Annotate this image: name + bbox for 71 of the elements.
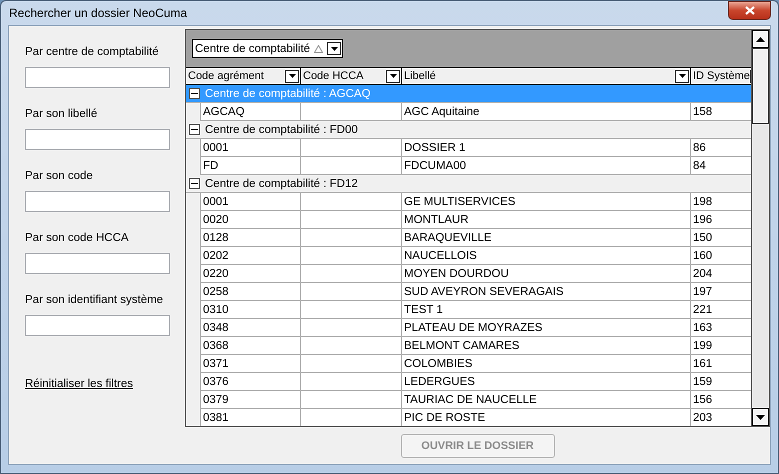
dropdown-arrow-icon [678,74,686,78]
minus-icon [191,90,198,97]
filter-dropdown-button[interactable] [675,70,689,82]
table-cell: BELMONT CAMARES [402,337,691,355]
dropdown-button[interactable] [327,42,342,55]
table-cell: PIC DE ROSTE [402,409,691,426]
filter-label: Par son code HCCA [25,232,130,246]
table-cell: LEDERGUES [402,373,691,391]
filter-field[interactable] [25,191,170,212]
table-cell: 0381 [201,409,301,426]
table-cell: 0310 [201,301,301,319]
group-by-chip[interactable]: Centre de comptabilité [192,39,344,58]
reset-filters-link[interactable]: Réinitialiser les filtres [25,378,185,390]
filter-label: Par centre de comptabilité [25,46,160,60]
dropdown-arrow-icon [288,74,296,78]
scrollbar-thumb[interactable] [752,48,769,124]
filter-dropdown-button[interactable] [285,70,299,82]
table-cell: 0202 [201,247,301,265]
minus-icon [191,126,198,133]
row-indicator[interactable] [186,409,201,426]
table-cell: SUD AVEYRON SEVERAGAIS [402,283,691,301]
up-arrow-icon [756,36,765,42]
filter-field[interactable] [25,253,170,274]
dropdown-arrow-icon [390,74,396,78]
table-cell: 0001 [201,139,301,157]
sort-ascending-icon [314,44,324,52]
table-cell: NAUCELLOIS [402,247,691,265]
down-arrow-icon [756,414,765,420]
column-header[interactable]: Libellé [402,68,691,84]
table-cell: 0379 [201,391,301,409]
group-row[interactable]: Centre de comptabilité : FD12 [186,175,751,193]
column-header[interactable]: Code HCCA [301,68,402,84]
close-button[interactable] [728,0,771,20]
scroll-up-button[interactable] [752,30,769,48]
table-cell: 0001 [201,193,301,211]
group-row[interactable]: Centre de comptabilité : FD00 [186,121,751,139]
column-header[interactable]: Code agrément [186,68,301,84]
dropdown-arrow-icon [330,46,338,50]
table-cell: PLATEAU DE MOYRAZES [402,319,691,337]
filter-dropdown-button[interactable] [386,70,400,82]
collapse-toggle[interactable] [189,88,200,99]
filter-field[interactable] [25,129,170,150]
collapse-toggle[interactable] [189,178,200,189]
table-cell: MONTLAUR [402,211,691,229]
table-cell: TEST 1 [402,301,691,319]
collapse-toggle[interactable] [189,124,200,135]
table-cell: 0376 [201,373,301,391]
filter-label: Par son identifiant système [25,294,164,308]
table-cell: GE MULTISERVICES [402,193,691,211]
table-cell: COLOMBIES [402,355,691,373]
table-cell: 0371 [201,355,301,373]
window-title: Rechercher un dossier NeoCuma [8,6,188,20]
table-cell: DOSSIER 1 [402,139,691,157]
table-cell: TAURIAC DE NAUCELLE [402,391,691,409]
filter-field[interactable] [25,67,170,88]
table-cell: 0020 [201,211,301,229]
table-cell: 0220 [201,265,301,283]
table-cell: MOYEN DOURDOU [402,265,691,283]
scrollbar[interactable] [751,30,769,426]
filter-label: Par son libellé [25,108,98,122]
table-cell: 0368 [201,337,301,355]
table-cell: 0128 [201,229,301,247]
table-cell: 0258 [201,283,301,301]
filter-label: Par son code [25,170,94,184]
table-cell: BARAQUEVILLE [402,229,691,247]
minus-icon [191,180,198,187]
scroll-down-button[interactable] [752,408,769,426]
filter-field[interactable] [25,315,170,336]
close-icon [744,6,754,14]
group-by-label: Centre de comptabilité [195,42,310,54]
table-cell: 0348 [201,319,301,337]
